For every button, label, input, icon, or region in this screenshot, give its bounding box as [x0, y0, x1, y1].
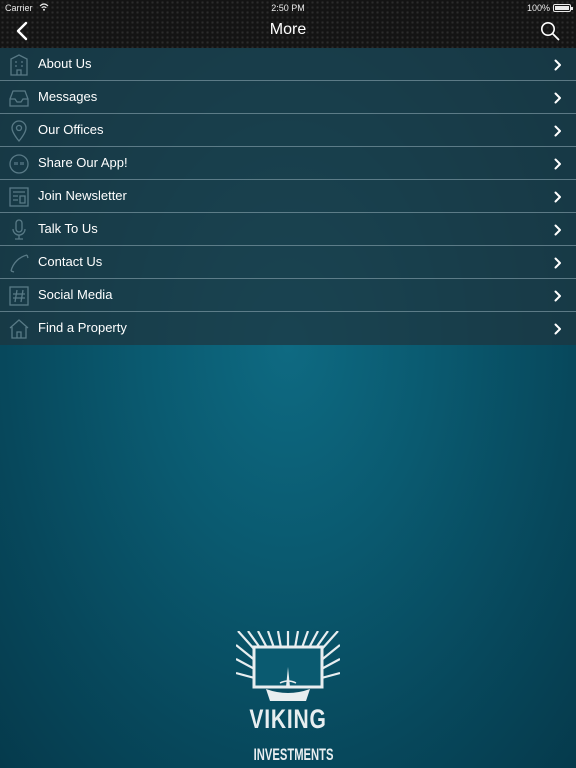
menu-item-messages[interactable]: Messages	[0, 81, 576, 114]
search-icon[interactable]	[540, 21, 560, 41]
menu-item-talk-to-us[interactable]: Talk To Us	[0, 213, 576, 246]
more-menu-list: About Us Messages Our Offices Share Our …	[0, 48, 576, 345]
menu-item-label: Talk To Us	[38, 221, 98, 236]
chevron-right-icon	[554, 92, 561, 104]
share-bubble-icon	[9, 154, 29, 174]
status-time: 2:50 PM	[271, 3, 305, 13]
hashtag-icon	[9, 286, 29, 306]
menu-item-label: Social Media	[38, 287, 113, 302]
menu-item-label: Join Newsletter	[38, 188, 127, 203]
chevron-right-icon	[554, 257, 561, 269]
menu-item-label: Messages	[38, 89, 98, 104]
page-title: More	[269, 21, 307, 38]
building-icon	[10, 54, 28, 76]
microphone-icon	[12, 219, 26, 240]
top-bar: Carrier 2:50 PM 100% More	[0, 0, 576, 48]
newsletter-icon	[9, 187, 29, 207]
chevron-right-icon	[554, 290, 561, 302]
menu-item-about-us[interactable]: About Us	[0, 48, 576, 81]
house-icon	[9, 319, 29, 339]
chevron-right-icon	[554, 224, 561, 236]
status-bar: Carrier 2:50 PM 100%	[0, 0, 576, 16]
logo-wordmark-primary: VIKING	[249, 704, 327, 734]
menu-item-social-media[interactable]: Social Media	[0, 279, 576, 312]
menu-item-contact-us[interactable]: Contact Us	[0, 246, 576, 279]
chevron-right-icon	[554, 158, 561, 170]
menu-item-find-a-property[interactable]: Find a Property	[0, 312, 576, 345]
inbox-icon	[9, 90, 29, 107]
menu-item-join-newsletter[interactable]: Join Newsletter	[0, 180, 576, 213]
chevron-right-icon	[554, 191, 561, 203]
chevron-right-icon	[554, 125, 561, 137]
phone-icon	[10, 254, 29, 273]
menu-item-our-offices[interactable]: Our Offices	[0, 114, 576, 147]
logo-wordmark-secondary: INVESTMENTS	[253, 745, 334, 764]
battery-icon	[553, 4, 573, 12]
menu-item-label: Find a Property	[38, 320, 127, 335]
menu-item-label: Our Offices	[38, 122, 104, 137]
menu-item-label: Contact Us	[38, 254, 103, 269]
chevron-right-icon	[554, 323, 561, 335]
map-pin-icon	[11, 120, 27, 142]
chevron-right-icon	[554, 59, 561, 71]
menu-item-label: About Us	[38, 56, 92, 71]
menu-item-share-our-app[interactable]: Share Our App!	[0, 147, 576, 180]
battery-percentage: 100%	[526, 3, 550, 13]
viking-investments-logo: VIKING INVESTMENTS	[236, 631, 340, 768]
menu-item-label: Share Our App!	[38, 155, 128, 170]
logo-sunburst-emblem	[236, 631, 340, 701]
